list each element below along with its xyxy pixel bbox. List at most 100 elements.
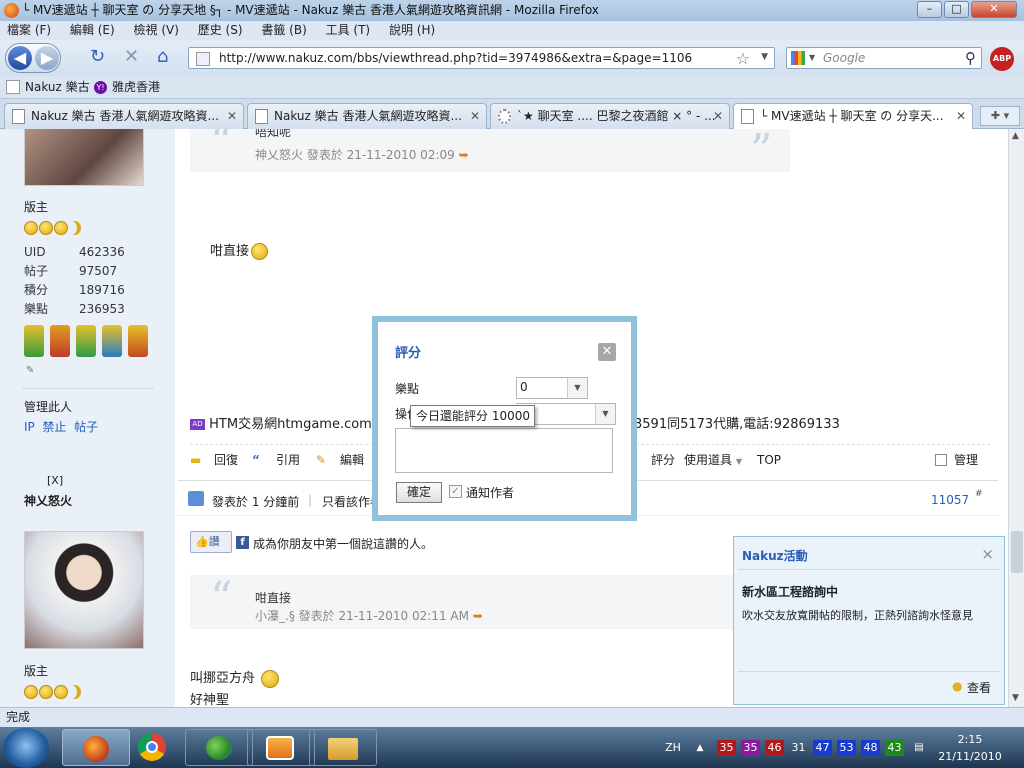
quote-meta-text: 小瀑_.§ 發表於 21-11-2010 02:11 AM — [255, 609, 469, 623]
search-icon[interactable]: ⚲ — [965, 49, 976, 67]
reply-icon[interactable]: ▬ — [190, 445, 201, 475]
taskbar-firefox[interactable] — [62, 729, 130, 766]
scroll-thumb[interactable] — [1011, 531, 1023, 573]
maximize-button[interactable]: □ — [944, 1, 969, 18]
goto-post-icon[interactable]: ➥ — [473, 609, 483, 623]
tab-list-button[interactable]: ✚ ▾ — [980, 106, 1020, 126]
engine-dropdown-icon[interactable]: ▼ — [809, 53, 815, 62]
ad-text[interactable]: HTM交易網htmgame.com 放 — [209, 417, 389, 432]
back-icon[interactable]: ◀ — [8, 46, 32, 70]
tab-2[interactable]: Nakuz 樂古 香港人氣網遊攻略資... ✕ — [247, 103, 487, 129]
post-body: 叫挪亞方舟 — [190, 667, 280, 688]
close-x[interactable]: [X] — [47, 474, 63, 487]
reload-icon[interactable]: ↻ — [90, 48, 105, 66]
tab-1[interactable]: Nakuz 樂古 香港人氣網遊攻略資... ✕ — [4, 103, 244, 129]
goto-post-icon[interactable]: ➥ — [459, 148, 469, 162]
manage-ip-link[interactable]: IP — [24, 420, 35, 434]
tray-number[interactable]: 48 — [861, 740, 880, 756]
clock-date[interactable]: 21/11/2010 — [935, 749, 1005, 765]
menu-history[interactable]: 歷史 (S) — [198, 23, 243, 37]
taskbar-messenger[interactable] — [185, 729, 253, 766]
tab-3[interactable]: `★ 聊天室 .... 巴黎之夜酒館 × ° - ... ✕ — [490, 103, 730, 129]
status-text: 完成 — [6, 710, 31, 724]
rank-icons — [24, 684, 81, 699]
use-item-link[interactable]: 使用道具 ▼ — [684, 445, 742, 477]
edit-icon[interactable]: ✎ — [316, 445, 326, 475]
vertical-scrollbar[interactable]: ▲ ▼ — [1008, 129, 1024, 707]
notify-checkbox[interactable]: ✓ — [449, 485, 462, 498]
url-text[interactable]: http://www.nakuz.com/bbs/viewthread.php?… — [219, 51, 692, 65]
points-value[interactable]: 0 — [520, 380, 528, 394]
post-number[interactable]: 11057 — [931, 493, 969, 507]
ad-line[interactable]: AD HTM交易網htmgame.com 放 — [190, 413, 389, 432]
user-icon — [188, 491, 204, 506]
tab-4-active[interactable]: └ MV速遞站 ┼ 聊天室 の 分享天... ✕ — [733, 103, 973, 130]
tab-close-icon[interactable]: ✕ — [227, 104, 237, 128]
manage-checkbox[interactable] — [935, 454, 947, 466]
tray-number[interactable]: 35 — [717, 740, 736, 756]
menu-help[interactable]: 說明 (H) — [389, 23, 435, 37]
top-link[interactable]: TOP — [757, 445, 781, 475]
tray-number[interactable]: 43 — [885, 740, 904, 756]
username[interactable]: 神乂怒火 — [24, 492, 72, 509]
tray-number[interactable]: 47 — [813, 740, 832, 756]
url-bar[interactable]: http://www.nakuz.com/bbs/viewthread.php?… — [188, 47, 775, 69]
tab-close-icon[interactable]: ✕ — [470, 104, 480, 128]
adblock-icon[interactable]: ABP — [990, 47, 1014, 71]
forward-icon[interactable]: ▶ — [35, 46, 59, 70]
ad-text-right[interactable]: 3591同5173代購,電話:92869133 — [634, 413, 840, 432]
tab-close-icon[interactable]: ✕ — [956, 104, 966, 128]
show-hidden-icons[interactable]: ▲ — [694, 740, 706, 756]
menu-file[interactable]: 檔案 (F) — [7, 23, 51, 37]
search-bar[interactable]: ▼ Google ⚲ — [786, 47, 982, 69]
manage-ban-link[interactable]: 禁止 — [42, 420, 66, 434]
reply-link[interactable]: 回復 — [214, 445, 238, 475]
avatar[interactable] — [24, 531, 144, 649]
points-select[interactable]: 0 ▼ — [516, 377, 588, 399]
start-button[interactable] — [3, 728, 49, 768]
taskbar-explorer[interactable] — [309, 729, 377, 766]
quote-link[interactable]: 引用 — [276, 445, 300, 475]
bookmark-nakuz[interactable]: Nakuz 樂古 — [25, 76, 90, 99]
home-icon[interactable]: ⌂ — [157, 48, 168, 66]
lightbulb-icon: ● — [952, 679, 963, 693]
scroll-up-icon[interactable]: ▲ — [1012, 131, 1019, 141]
menu-tools[interactable]: 工具 (T) — [326, 23, 371, 37]
avatar[interactable] — [24, 129, 144, 186]
manage-posts-link[interactable]: 帖子 — [74, 420, 98, 434]
popup-view-link[interactable]: 查看 — [967, 679, 991, 696]
thumbs-up-icon: 👍 — [195, 535, 209, 548]
medal-icon — [76, 325, 96, 357]
tray-number[interactable]: 53 — [837, 740, 856, 756]
network-icon[interactable]: ▤ — [912, 740, 926, 756]
edit-link[interactable]: 編輯 — [340, 445, 364, 475]
language-indicator[interactable]: ZH — [662, 740, 684, 756]
tray-number[interactable]: 35 — [741, 740, 760, 756]
fb-like-button[interactable]: 👍讚 — [190, 531, 232, 553]
dropdown-icon: ▼ — [735, 457, 742, 466]
taskbar-media-player[interactable] — [247, 729, 315, 766]
url-dropdown-icon[interactable]: ▼ — [761, 52, 768, 62]
reason-textarea[interactable] — [395, 428, 613, 473]
bookmark-yahoo[interactable]: 雅虎香港 — [112, 76, 160, 99]
clock-time[interactable]: 2:15 — [938, 732, 1002, 748]
submit-button[interactable]: 確定 — [396, 482, 442, 503]
tab-close-icon[interactable]: ✕ — [713, 104, 723, 128]
tray-number[interactable]: 46 — [765, 740, 784, 756]
menu-view[interactable]: 檢視 (V) — [134, 23, 179, 37]
minimize-button[interactable]: – — [917, 1, 942, 18]
menu-edit[interactable]: 編輯 (E) — [70, 23, 115, 37]
bookmark-star-icon[interactable]: ☆ — [736, 49, 750, 68]
scroll-down-icon[interactable]: ▼ — [1012, 693, 1019, 703]
google-engine-icon[interactable] — [791, 51, 805, 65]
dialog-close-button[interactable]: ✕ — [598, 343, 616, 361]
chevron-down-icon[interactable]: ▼ — [567, 378, 587, 398]
close-window-button[interactable]: ✕ — [971, 1, 1017, 18]
menu-bookmarks[interactable]: 書籤 (B) — [261, 23, 306, 37]
stop-icon[interactable]: ✕ — [124, 48, 139, 66]
rate-link[interactable]: 評分 — [651, 445, 675, 475]
quote-icon[interactable]: “ — [252, 445, 260, 475]
popup-close-icon[interactable]: × — [981, 545, 994, 563]
tray-number[interactable]: 31 — [789, 740, 808, 756]
chevron-down-icon[interactable]: ▼ — [595, 404, 615, 424]
